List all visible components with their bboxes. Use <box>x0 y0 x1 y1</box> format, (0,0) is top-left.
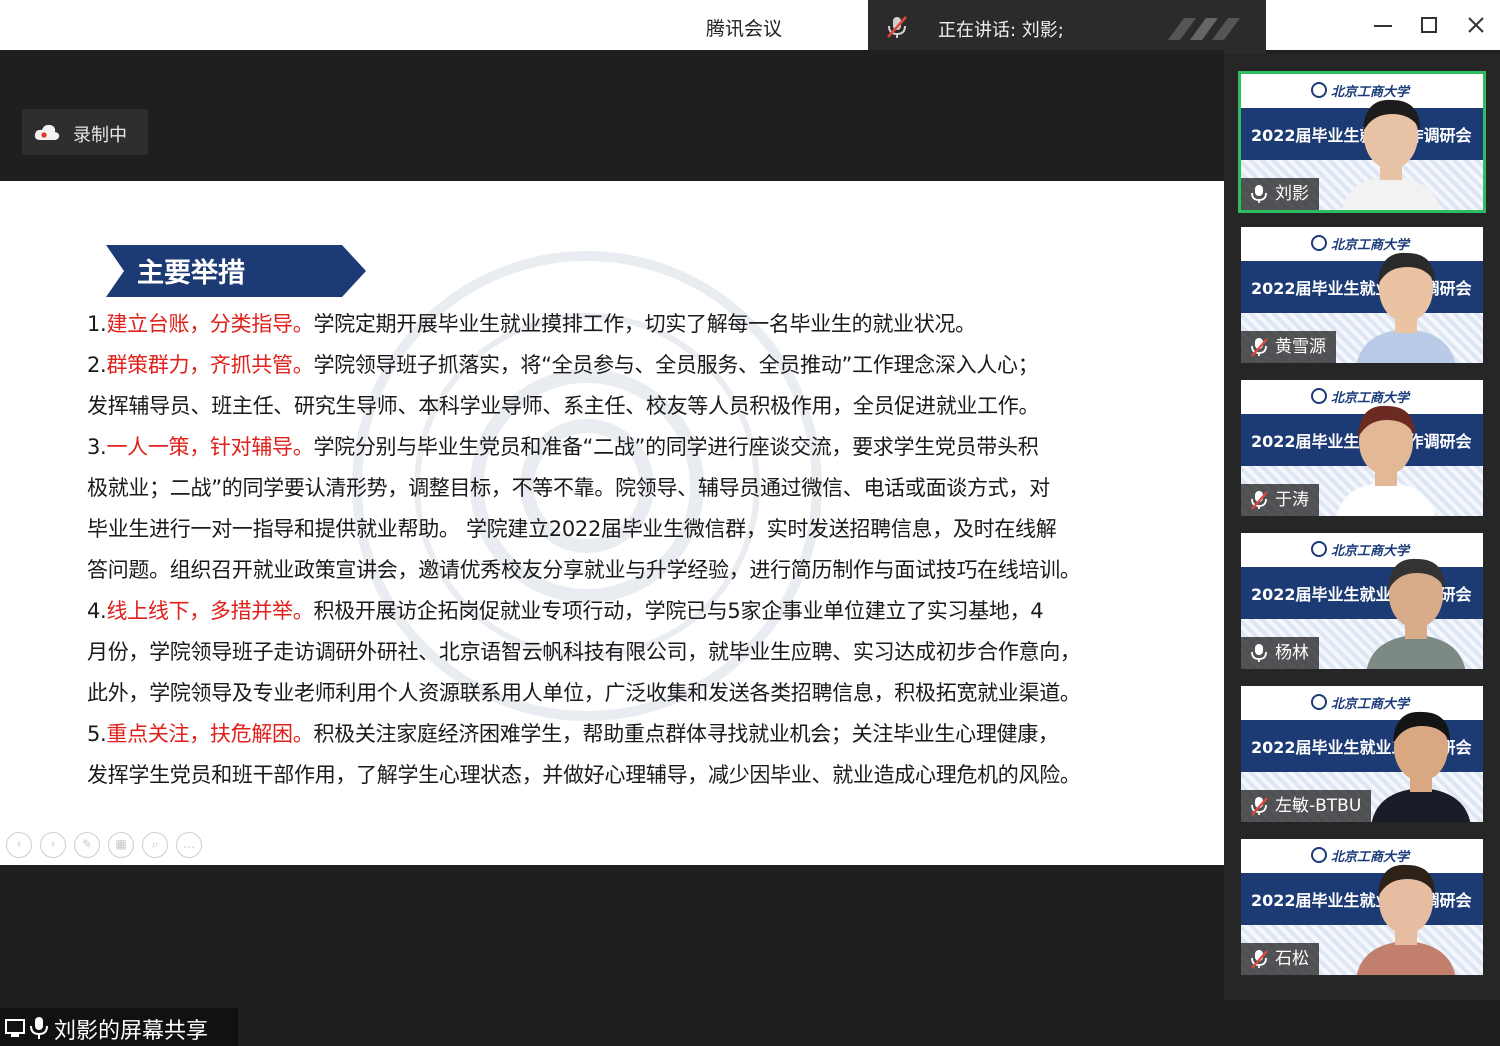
slide-text: 积极开展访企拓岗促就业专项行动，学院已与5家企事业单位建立了实习基地，4 <box>313 599 1044 623</box>
pen-tool-button[interactable]: ✎ <box>74 832 100 858</box>
participant-tile[interactable]: 北京工商大学 2022届毕业生就业工作调研会 左敏-BTBU <box>1241 686 1483 822</box>
slide-text: 积极关注家庭经济困难学生，帮助重点群体寻找就业机会；关注毕业生心理健康， <box>313 722 1059 746</box>
participant-name-bar: 杨林 <box>1241 637 1319 669</box>
participant-name: 刘影 <box>1275 184 1309 204</box>
shared-screen-area: 录制中 主要举措 1.建立台账，分类指导。学院定期开展毕业生就业摸排工作，切实了… <box>0 50 1224 1046</box>
university-logo-icon <box>1311 847 1327 863</box>
mic-muted-icon <box>1251 338 1268 357</box>
participant-tile[interactable]: 北京工商大学 2022届毕业生就业工作调研会 黄雪源 <box>1241 227 1483 363</box>
recording-label: 录制中 <box>73 125 127 146</box>
slide-text: 毕业生进行一对一指导和提供就业帮助。 学院建立2022届毕业生微信群，实时发送招… <box>87 517 1057 541</box>
measure-title: 线上线下，多措并举。 <box>106 599 314 623</box>
slide-text-line: 5.重点关注，扶危解困。积极关注家庭经济困难学生，帮助重点群体寻找就业机会；关注… <box>87 714 1187 755</box>
cloud-icon <box>34 124 60 140</box>
maximize-button[interactable] <box>1414 10 1444 40</box>
screen-share-label: 刘影的屏幕共享 <box>0 1008 238 1046</box>
university-logo-icon <box>1311 82 1327 98</box>
title-bar: 腾讯会议 正在讲话: 刘影; <box>0 0 1500 54</box>
slide-text: 5. <box>87 722 107 746</box>
app-title: 腾讯会议 <box>706 18 783 40</box>
slide-controls: ‹ › ✎ ▦ ⌕ … <box>6 832 210 858</box>
slide-text-line: 4.线上线下，多措并举。积极开展访企拓岗促就业专项行动，学院已与5家企事业单位建… <box>87 591 1187 632</box>
mic-muted-icon <box>1251 797 1268 816</box>
participant-video <box>1366 558 1466 669</box>
slide-text-line: 月份，学院领导班子走访调研外研社、北京语智云帆科技有限公司，就毕业生应聘、实习达… <box>87 632 1187 673</box>
slide-text: 此外，学院领导及专业老师利用个人资源联系用人单位，广泛收集和发送各类招聘信息，积… <box>87 681 1081 705</box>
university-logo-icon <box>1311 694 1327 710</box>
slide-text: 发挥学生党员和班干部作用，了解学生心理状态，并做好心理辅导，减少因毕业、就业造成… <box>87 763 1081 787</box>
participant-name: 左敏-BTBU <box>1275 796 1362 816</box>
slide-text: 发挥辅导员、班主任、研究生导师、本科学业导师、系主任、校友等人员积极作用，全员促… <box>87 394 1040 418</box>
participant-name: 石松 <box>1275 949 1309 969</box>
participant-name: 于涛 <box>1275 490 1309 510</box>
university-logo-icon <box>1311 541 1327 557</box>
slide-text: 学院定期开展毕业生就业摸排工作，切实了解每一名毕业生的就业状况。 <box>313 312 976 336</box>
next-slide-button[interactable]: › <box>40 832 66 858</box>
recording-badge[interactable]: 录制中 <box>22 109 148 155</box>
prev-slide-button[interactable]: ‹ <box>6 832 32 858</box>
slide-text: 学院领导班子抓落实，将“全员参与、全员服务、全员推动”工作理念深入人心； <box>313 353 1039 377</box>
slide-text: 4. <box>87 599 107 623</box>
slide-text: 2. <box>87 353 107 377</box>
participant-video <box>1356 864 1456 975</box>
mic-muted-icon[interactable] <box>884 14 910 40</box>
university-logo-icon <box>1311 235 1327 251</box>
slide-text: 极就业；二战”的同学要认清形势，调整目标，不等不靠。院领导、辅导员通过微信、电话… <box>87 476 1050 500</box>
measure-title: 群策群力，齐抓共管。 <box>106 353 314 377</box>
university-logo-icon <box>1311 388 1327 404</box>
slide-text: 月份，学院领导班子走访调研外研社、北京语智云帆科技有限公司，就毕业生应聘、实习达… <box>87 640 1081 664</box>
participants-panel: 北京工商大学 2022届毕业生就业工作调研会 刘影 北京工商大学 2022届毕业… <box>1224 54 1500 1000</box>
participant-video <box>1336 405 1436 516</box>
slide-text-line: 答问题。组织召开就业政策宣讲会，邀请优秀校友分享就业与升学经验，进行简历制作与面… <box>87 550 1187 591</box>
participant-video <box>1356 252 1456 363</box>
mic-icon <box>1251 185 1267 203</box>
slide-text: 1. <box>87 312 107 336</box>
screen-share-owner: 刘影的屏幕共享 <box>54 1019 209 1044</box>
participant-name-bar: 黄雪源 <box>1241 331 1336 363</box>
participant-video <box>1341 99 1441 210</box>
speaking-status: 正在讲话: 刘影; <box>938 20 1064 41</box>
participant-tile[interactable]: 北京工商大学 2022届毕业生就业工作调研会 石松 <box>1241 839 1483 975</box>
mic-muted-icon <box>1251 950 1268 969</box>
minimize-button[interactable] <box>1368 10 1398 40</box>
slide-text-line: 发挥学生党员和班干部作用，了解学生心理状态，并做好心理辅导，减少因毕业、就业造成… <box>87 755 1187 796</box>
participant-name-bar: 石松 <box>1241 943 1319 975</box>
participant-name-bar: 刘影 <box>1241 178 1319 210</box>
presentation-slide: 主要举措 1.建立台账，分类指导。学院定期开展毕业生就业摸排工作，切实了解每一名… <box>0 181 1224 865</box>
slide-text: 3. <box>87 435 107 459</box>
participant-name-bar: 于涛 <box>1241 484 1319 516</box>
slide-text-line: 发挥辅导员、班主任、研究生导师、本科学业导师、系主任、校友等人员积极作用，全员促… <box>87 386 1187 427</box>
slide-text-line: 1.建立台账，分类指导。学院定期开展毕业生就业摸排工作，切实了解每一名毕业生的就… <box>87 304 1187 345</box>
slide-text-line: 2.群策群力，齐抓共管。学院领导班子抓落实，将“全员参与、全员服务、全员推动”工… <box>87 345 1187 386</box>
participant-tile[interactable]: 北京工商大学 2022届毕业生就业工作调研会 刘影 <box>1238 71 1486 213</box>
tencent-meeting-logo-icon <box>1168 18 1240 40</box>
participant-name: 黄雪源 <box>1275 337 1326 357</box>
more-button[interactable]: … <box>176 832 202 858</box>
slide-body: 1.建立台账，分类指导。学院定期开展毕业生就业摸排工作，切实了解每一名毕业生的就… <box>87 304 1187 796</box>
slide-text-line: 此外，学院领导及专业老师利用个人资源联系用人单位，广泛收集和发送各类招聘信息，积… <box>87 673 1187 714</box>
participant-name: 杨林 <box>1275 643 1309 663</box>
measure-title: 重点关注，扶危解困。 <box>106 722 314 746</box>
slide-text-line: 极就业；二战”的同学要认清形势，调整目标，不等不靠。院领导、辅导员通过微信、电话… <box>87 468 1187 509</box>
participant-tile[interactable]: 北京工商大学 2022届毕业生就业工作调研会 杨林 <box>1241 533 1483 669</box>
slide-heading: 主要举措 <box>137 258 245 289</box>
measure-title: 建立台账，分类指导。 <box>106 312 314 336</box>
mic-muted-icon <box>1251 491 1268 510</box>
slide-text-line: 毕业生进行一对一指导和提供就业帮助。 学院建立2022届毕业生微信群，实时发送招… <box>87 509 1187 550</box>
zoom-button[interactable]: ⌕ <box>142 832 168 858</box>
participant-name-bar: 左敏-BTBU <box>1241 790 1372 822</box>
active-speaker-indicator: 正在讲话: 刘影; <box>868 0 1266 54</box>
close-button[interactable] <box>1461 10 1491 40</box>
measure-title: 一人一策，针对辅导。 <box>106 435 314 459</box>
participant-video <box>1371 711 1471 822</box>
grid-view-button[interactable]: ▦ <box>108 832 134 858</box>
slide-text: 学院分别与毕业生党员和准备“二战”的同学进行座谈交流，要求学生党员带头积 <box>313 435 1039 459</box>
mic-icon <box>1251 644 1267 662</box>
participant-tile[interactable]: 北京工商大学 2022届毕业生就业工作调研会 于涛 <box>1241 380 1483 516</box>
slide-text-line: 3.一人一策，针对辅导。学院分别与毕业生党员和准备“二战”的同学进行座谈交流，要… <box>87 427 1187 468</box>
slide-text: 答问题。组织召开就业政策宣讲会，邀请优秀校友分享就业与升学经验，进行简历制作与面… <box>87 558 1081 582</box>
screen-share-icon <box>5 1017 48 1039</box>
